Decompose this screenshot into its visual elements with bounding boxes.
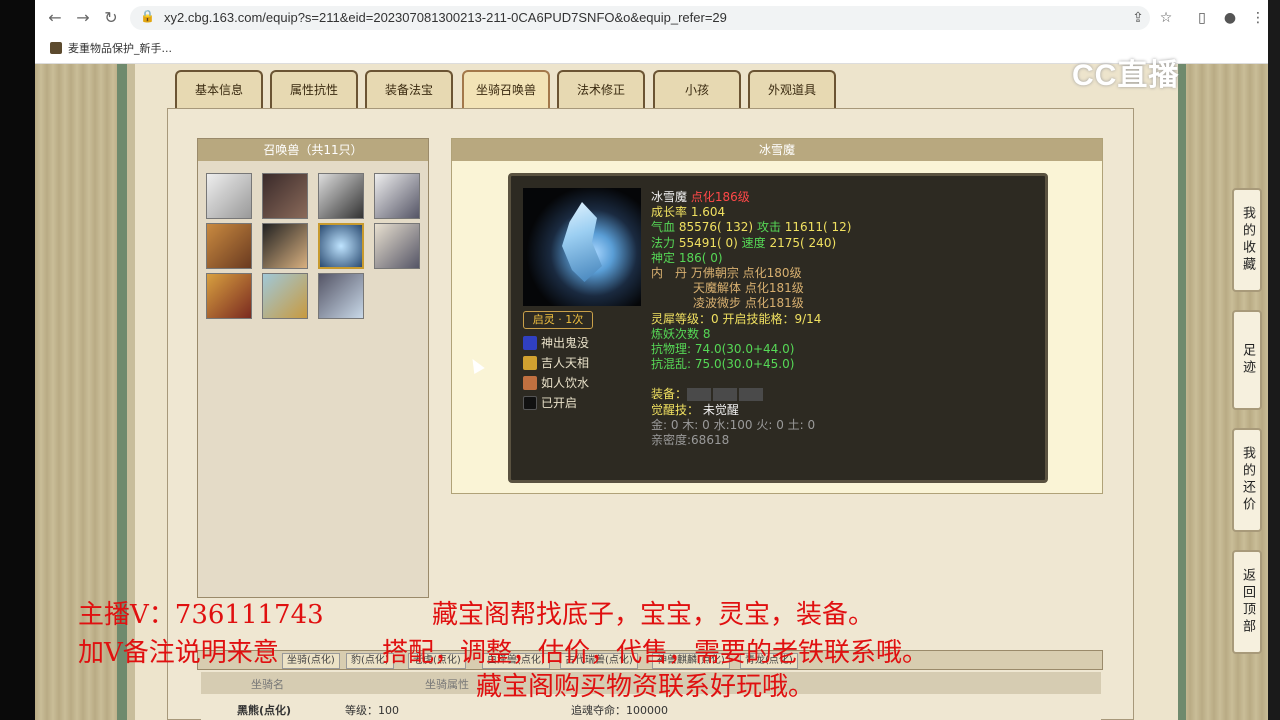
tab-child[interactable]: 小孩	[653, 70, 741, 108]
pet-avatar[interactable]	[262, 173, 308, 219]
awaken-label: 觉醒技：	[651, 402, 700, 417]
neidan-1: 万佛朝宗 点化180级	[690, 265, 802, 280]
profile-icon[interactable]: ●	[1220, 8, 1240, 28]
ice-figure	[562, 202, 602, 282]
cc-live-watermark: CC直播	[1072, 59, 1180, 92]
pets-title: 召唤兽（共11只）	[198, 139, 428, 161]
lock-icon: 🔒	[140, 9, 155, 23]
tab-basic-info[interactable]: 基本信息	[175, 70, 263, 108]
five-elements: 金: 0 木: 0 水:100 火: 0 土: 0	[651, 417, 816, 432]
equip-slot[interactable]	[687, 388, 712, 402]
skill-item[interactable]: 神出鬼没	[523, 334, 589, 352]
pet-avatar[interactable]	[206, 223, 252, 269]
mount-attr: 追魂夺命：100000	[571, 704, 668, 717]
overlay-text: 主播V：736111743	[78, 600, 324, 630]
growth-rate: 成长率 1.604	[651, 205, 726, 220]
skill-icon	[523, 396, 537, 410]
tab-appearance[interactable]: 外观道具	[748, 70, 836, 108]
equip-label: 装备：	[651, 387, 688, 402]
lianyao-count: 炼妖次数 8	[651, 326, 711, 341]
shending: 神定 186( 0)	[651, 250, 723, 265]
hp-value: 85576( 132)	[678, 220, 754, 235]
intimacy: 亲密度:68618	[651, 433, 730, 447]
col-header: 坐骑名	[251, 678, 284, 691]
col-header: 坐骑属性	[425, 678, 469, 691]
neidan-3: 凌波微步 点化181级	[693, 296, 804, 311]
neidan-label: 内 丹	[651, 265, 688, 280]
speed-label: 速度	[741, 235, 766, 250]
skill-label: 如人饮水	[541, 376, 590, 390]
pet-name: 冰雪魔	[651, 190, 688, 204]
overlay-text: 加V备注说明来意	[78, 638, 279, 668]
pet-dianhua: 点化186级	[690, 190, 750, 204]
my-favorites-button[interactable]: 我的收藏	[1232, 188, 1262, 292]
tab-spell-fix[interactable]: 法术修正	[557, 70, 645, 108]
pets-panel: 召唤兽（共11只）	[197, 138, 429, 598]
qiling-badge: 启灵 · 1次	[523, 311, 593, 329]
pet-avatar[interactable]	[206, 273, 252, 319]
neidan-2: 天魔解体 点化181级	[693, 281, 804, 296]
my-counteroffer-button[interactable]: 我的还价	[1232, 428, 1262, 532]
skill-icon	[523, 376, 537, 390]
share-icon[interactable]: ⇪	[1128, 8, 1148, 28]
pet-detail-panel: 冰雪魔 启灵 · 1次 神出鬼没 吉人天相 如人饮水 已开启 冰雪魔 点化186…	[451, 138, 1103, 494]
forward-icon[interactable]: →	[73, 8, 93, 28]
lingxi-level: 灵犀等级：0 开启技能格：9/14	[651, 311, 822, 326]
detail-title: 冰雪魔	[452, 139, 1102, 161]
equip-slot[interactable]	[713, 388, 738, 402]
pet-stats: 冰雪魔 点化186级 成长率 1.604 气血 85576( 132) 攻击 1…	[651, 190, 1041, 448]
back-icon[interactable]: ←	[45, 8, 65, 28]
skill-label: 已开启	[541, 396, 578, 410]
address-bar[interactable]: 🔒 xy2.cbg.163.com/equip?s=211&eid=202307…	[130, 6, 1150, 30]
skill-icon	[523, 336, 537, 350]
left-edge	[0, 0, 35, 720]
pet-portrait	[523, 188, 641, 306]
pet-avatar[interactable]	[262, 273, 308, 319]
menu-icon[interactable]: ⋮	[1248, 8, 1268, 28]
skill-item[interactable]: 吉人天相	[523, 354, 589, 372]
atk-value: 11611( 12)	[784, 220, 852, 235]
skill-label: 神出鬼没	[541, 336, 590, 350]
hp-label: 气血	[651, 220, 676, 235]
skill-label: 吉人天相	[541, 356, 590, 370]
mount-name: 黑熊(点化)	[237, 704, 292, 717]
sidepanel-icon[interactable]: ▯	[1192, 8, 1212, 28]
back-to-top-button[interactable]: 返回顶部	[1232, 550, 1262, 654]
pet-avatar[interactable]	[206, 173, 252, 219]
bookmark-favicon-icon	[50, 42, 62, 54]
pet-avatar[interactable]	[318, 173, 364, 219]
resist-physical: 抗物理: 74.0(30.0+44.0)	[651, 341, 795, 356]
overlay-text: 藏宝阁购买物资联系好玩哦。	[476, 672, 815, 702]
awaken-value: 未觉醒	[702, 402, 739, 417]
footprint-button[interactable]: 足迹	[1232, 310, 1262, 410]
skill-item[interactable]: 已开启	[523, 394, 577, 412]
pet-avatar[interactable]	[318, 273, 364, 319]
mount-tab[interactable]: 坐骑(点化)	[282, 653, 340, 669]
bookmark-label: 麦重物品保护_新手...	[68, 42, 172, 55]
scrollbar[interactable]	[1268, 0, 1280, 720]
mp-label: 法力	[651, 235, 676, 250]
overlay-text: 藏宝阁帮找底子，宝宝，灵宝，装备。	[432, 600, 875, 630]
tab-equipment[interactable]: 装备法宝	[365, 70, 453, 108]
pet-avatar[interactable]	[374, 173, 420, 219]
star-icon[interactable]: ☆	[1156, 8, 1176, 28]
bookmark-item[interactable]: 麦重物品保护_新手...	[50, 40, 172, 56]
resist-chaos: 抗混乱: 75.0(30.0+45.0)	[651, 357, 795, 372]
pet-avatar[interactable]	[374, 223, 420, 269]
skill-item[interactable]: 如人饮水	[523, 374, 589, 392]
url-text: xy2.cbg.163.com/equip?s=211&eid=20230708…	[164, 10, 727, 25]
pet-avatar[interactable]	[262, 223, 308, 269]
tab-mounts-pets[interactable]: 坐骑召唤兽	[462, 70, 550, 108]
tab-attributes[interactable]: 属性抗性	[270, 70, 358, 108]
overlay-text: 搭配，调整，估价，代售，需要的老铁联系哦。	[382, 638, 929, 668]
mount-level: 等级：100	[345, 704, 399, 717]
mp-value: 55491( 0)	[678, 235, 738, 250]
reload-icon[interactable]: ↻	[101, 8, 121, 28]
equip-slot[interactable]	[739, 388, 764, 402]
atk-label: 攻击	[756, 220, 781, 235]
pet-avatar-selected[interactable]	[318, 223, 364, 269]
skill-icon	[523, 356, 537, 370]
speed-value: 2175( 240)	[769, 235, 837, 250]
pet-card: 启灵 · 1次 神出鬼没 吉人天相 如人饮水 已开启 冰雪魔 点化186级 成长…	[508, 173, 1048, 483]
